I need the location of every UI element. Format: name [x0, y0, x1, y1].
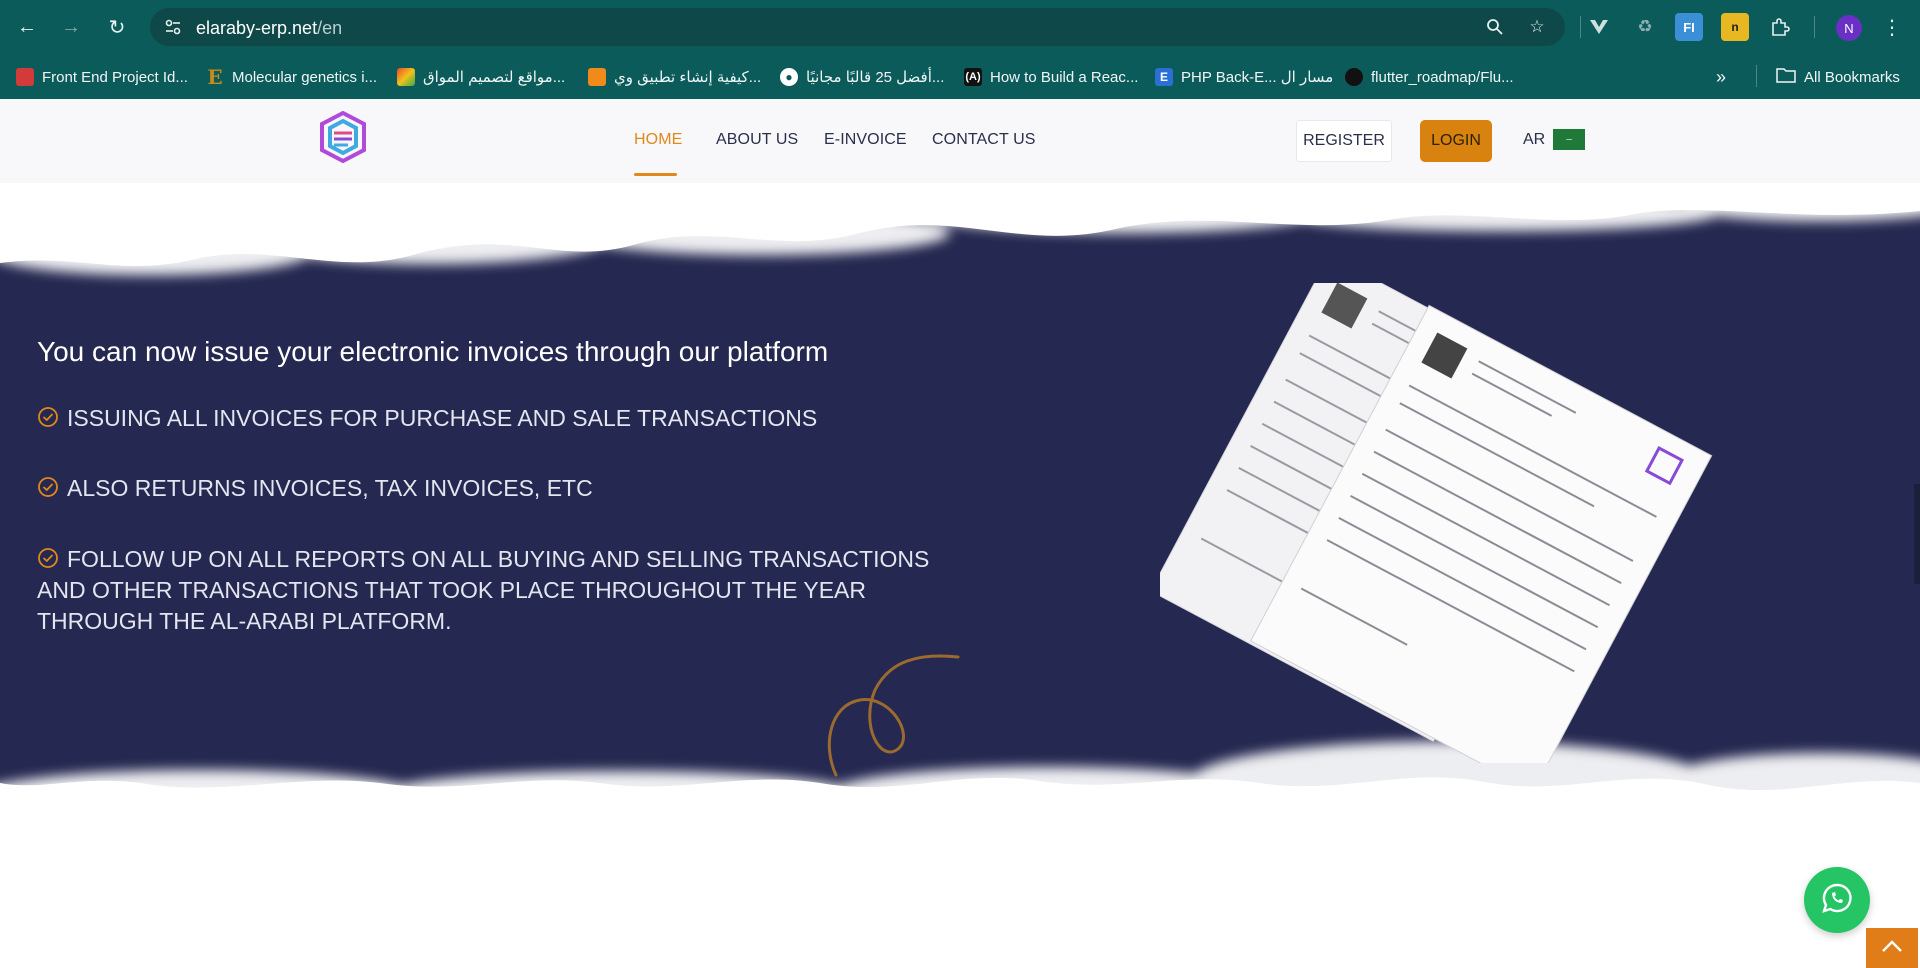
- bookmark-item[interactable]: مواقع لتصميم المواق...: [397, 64, 565, 90]
- chevron-up-icon: [1881, 939, 1903, 958]
- bookmark-item[interactable]: flutter_roadmap/Flu...: [1345, 64, 1514, 90]
- forward-arrow-icon[interactable]: →: [56, 12, 86, 42]
- feature-item: ALSO RETURNS INVOICES, TAX INVOICES, ETC: [37, 473, 937, 504]
- all-bookmarks-folder[interactable]: All Bookmarks: [1776, 64, 1900, 90]
- bookmark-item[interactable]: Front End Project Id...: [16, 64, 188, 90]
- bookmark-item[interactable]: E Molecular genetics i...: [206, 64, 377, 90]
- nav-home[interactable]: HOME: [634, 131, 682, 149]
- site-header: HOME ABOUT US E-INVOICE CONTACT US REGIS…: [0, 99, 1920, 183]
- fi-extension-icon[interactable]: FI: [1675, 13, 1703, 41]
- bookmark-star-icon[interactable]: ☆: [1526, 16, 1548, 38]
- bookmark-item[interactable]: E PHP Back-E... مسار ال: [1155, 64, 1333, 90]
- nav-active-underline: [634, 173, 677, 176]
- browser-toolbar: ← → ↻ elaraby-erp.net/en ☆ ♻ FI n N ⋮: [0, 0, 1920, 54]
- language-switch[interactable]: AR ─: [1523, 129, 1586, 150]
- invoice-papers-illustration: [1160, 283, 1713, 763]
- bookmarks-divider: [1756, 65, 1757, 87]
- vector-extension-icon[interactable]: [1585, 13, 1613, 41]
- extensions-puzzle-icon[interactable]: [1766, 13, 1794, 41]
- decorative-squiggle: [827, 654, 960, 777]
- yellow-extension-icon[interactable]: n: [1721, 13, 1749, 41]
- check-circle-icon: [37, 546, 59, 568]
- letter-e-blue-icon: E: [1155, 68, 1173, 86]
- letter-e-icon: E: [207, 65, 223, 89]
- url-text[interactable]: elaraby-erp.net/en: [196, 18, 342, 39]
- address-bar[interactable]: elaraby-erp.net/en ☆: [150, 8, 1565, 46]
- toolbar-divider: [1814, 16, 1815, 38]
- folder-icon: [1776, 67, 1796, 87]
- register-button[interactable]: REGISTER: [1296, 120, 1392, 162]
- recycle-extension-icon[interactable]: ♻: [1631, 13, 1659, 41]
- bookmark-item[interactable]: كيفية إنشاء تطبيق وي...: [588, 64, 761, 90]
- hero-section: You can now issue your electronic invoic…: [0, 183, 1920, 873]
- bookmark-item[interactable]: ● أفضل 25 قالبًا مجانيًا...: [780, 64, 944, 90]
- page-scrollbar[interactable]: [1914, 484, 1920, 584]
- nav-about-us[interactable]: ABOUT US: [716, 131, 798, 149]
- login-button[interactable]: LOGIN: [1420, 120, 1492, 162]
- profile-avatar[interactable]: N: [1836, 15, 1862, 41]
- more-bookmarks-chevron-icon[interactable]: »: [1716, 64, 1726, 90]
- scroll-to-top-button[interactable]: [1866, 928, 1918, 968]
- toolbar-divider: [1580, 16, 1581, 38]
- feature-item: ISSUING ALL INVOICES FOR PURCHASE AND SA…: [37, 403, 937, 434]
- red-bookmark-icon: [16, 68, 34, 86]
- bookmarks-bar: Front End Project Id... E Molecular gene…: [0, 54, 1920, 99]
- nav-e-invoice[interactable]: E-INVOICE: [824, 131, 907, 149]
- react-logo-icon: (A): [964, 68, 982, 86]
- site-settings-icon[interactable]: [162, 16, 184, 38]
- site-logo[interactable]: [318, 110, 368, 164]
- zoom-icon[interactable]: [1484, 16, 1506, 38]
- hero-title: You can now issue your electronic invoic…: [37, 336, 829, 367]
- saudi-flag-icon: ─: [1553, 129, 1586, 150]
- whatsapp-button[interactable]: [1804, 867, 1870, 933]
- whatsapp-icon: [1820, 881, 1854, 920]
- orange-cube-icon: [588, 68, 606, 86]
- nav-contact-us[interactable]: CONTACT US: [932, 131, 1036, 149]
- back-arrow-icon[interactable]: ←: [12, 12, 42, 42]
- globe-icon: ●: [780, 68, 798, 86]
- feature-item: FOLLOW UP ON ALL REPORTS ON ALL BUYING A…: [37, 546, 930, 634]
- check-circle-icon: [37, 475, 59, 497]
- bookmark-item[interactable]: (A) How to Build a Reac...: [964, 64, 1138, 90]
- check-circle-icon: [37, 405, 59, 427]
- github-icon: [1345, 68, 1363, 86]
- browser-menu-icon[interactable]: ⋮: [1877, 12, 1907, 42]
- reload-icon[interactable]: ↻: [102, 12, 132, 42]
- colorful-bird-icon: [397, 68, 415, 86]
- browser-chrome: ← → ↻ elaraby-erp.net/en ☆ ♻ FI n N ⋮ Fr…: [0, 0, 1920, 99]
